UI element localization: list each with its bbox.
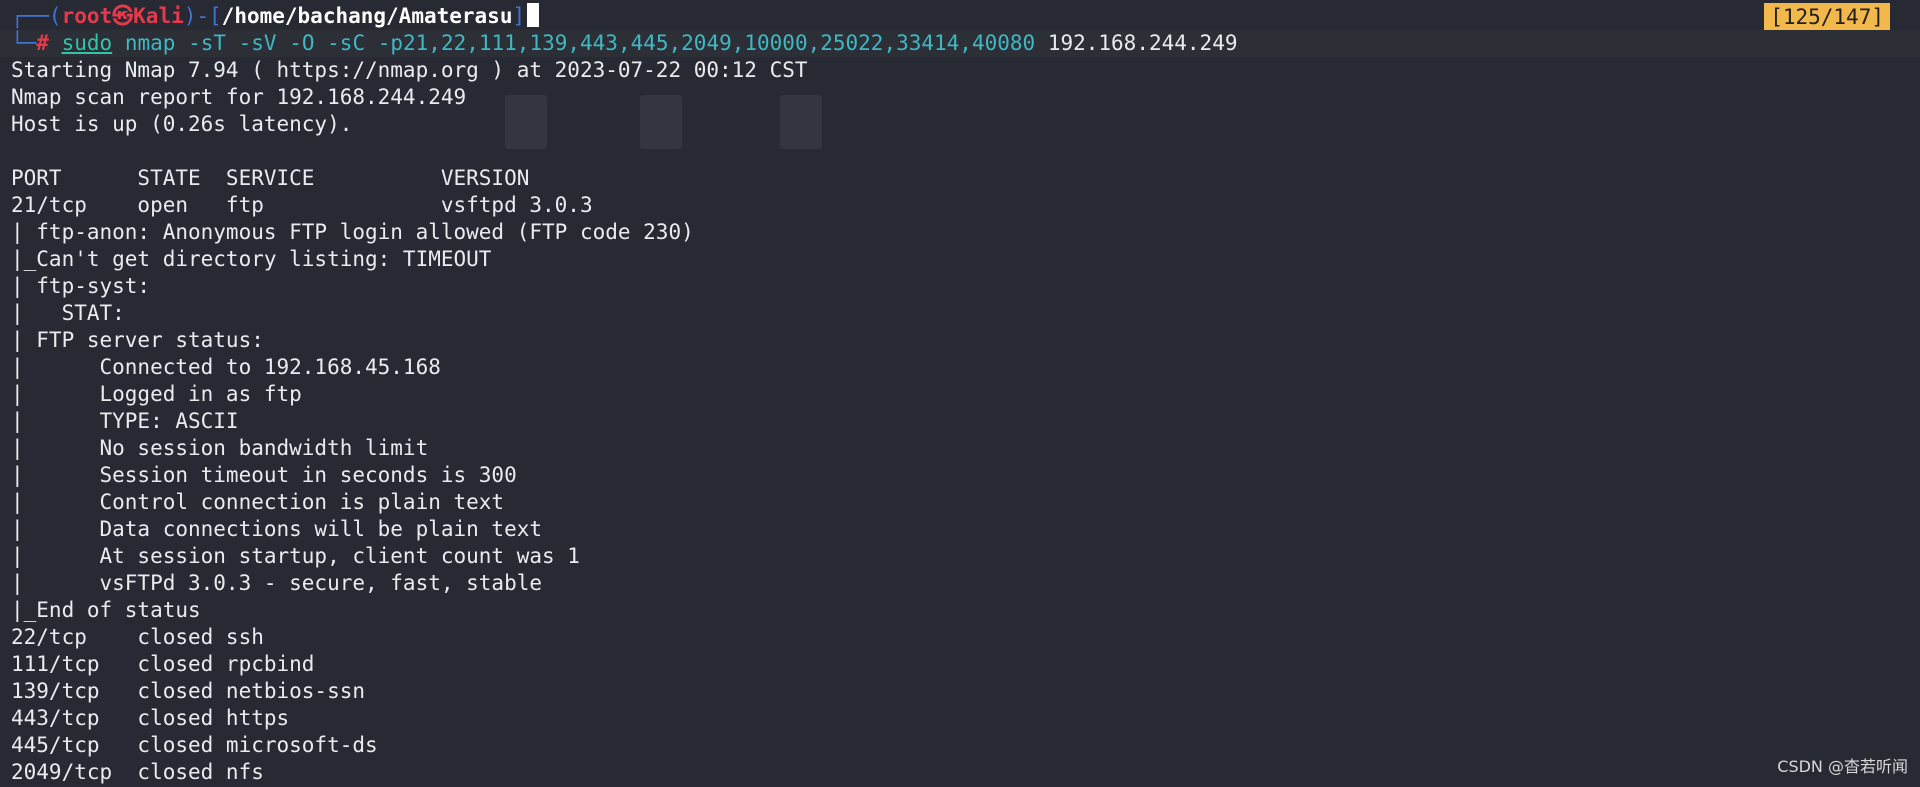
scan-output: Starting Nmap 7.94 ( https://nmap.org ) … [11,57,1920,786]
output-line: | vsFTPd 3.0.3 - secure, fast, stable [11,571,543,595]
output-line: | TYPE: ASCII [11,409,239,433]
prompt-host: Kali [133,4,184,28]
output-line: |_Can't get directory listing: TIMEOUT [11,247,492,271]
command-program: nmap [124,31,176,55]
command-line[interactable]: └─# sudo nmap -sT -sV -O -sC -p21,22,111… [0,30,1920,57]
output-line: | FTP server status: [11,328,264,352]
output-line: | At session startup, client count was 1 [11,544,580,568]
output-line: Starting Nmap 7.94 ( https://nmap.org ) … [11,58,808,82]
csdn-watermark: CSDN @杳若听闻 [1777,757,1908,776]
prompt-box-close: ] [512,4,526,28]
output-line: 445/tcp closed microsoft-ds [11,733,378,757]
cursor-block [527,3,540,27]
output-line: | Logged in as ftp [11,382,302,406]
output-line: | Session timeout in seconds is 300 [11,463,517,487]
terminal-output[interactable]: ┌──(root㉿Kali)-[/home/bachang/Amaterasu]… [0,3,1920,786]
prompt-user: root [61,4,113,28]
terminal-window[interactable]: [125/147] ┌──(root㉿Kali)-[/home/bachang/… [0,0,1920,787]
prompt-line: ┌──(root㉿Kali)-[/home/bachang/Amaterasu] [11,3,1920,30]
output-line: | No session bandwidth limit [11,436,429,460]
output-line: |_End of status [11,598,201,622]
output-line: Host is up (0.26s latency). [11,112,353,136]
skull-icon: ㉿ [112,4,134,28]
output-line: 139/tcp closed netbios-ssn [11,679,366,703]
output-line: 2049/tcp closed nfs [11,760,264,784]
command-args: -sT -sV -O -sC -p21,22,111,139,443,445,2… [188,31,1036,55]
output-line: | ftp-anon: Anonymous FTP login allowed … [11,220,694,244]
output-line: | STAT: [11,301,138,325]
output-line: | Data connections will be plain text [11,517,543,541]
output-line: | ftp-syst: [11,274,163,298]
output-line: 111/tcp closed rpcbind [11,652,315,676]
prompt-box-bottom: └─ [11,31,37,55]
output-line: PORT STATE SERVICE VERSION [11,166,530,190]
output-line: 443/tcp closed https [11,706,290,730]
command-target: 192.168.244.249 [1047,31,1238,55]
prompt-path: /home/bachang/Amaterasu [221,4,513,28]
command-sudo: sudo [61,31,113,55]
prompt-box-mid: )-[ [183,4,222,28]
output-line: | Connected to 192.168.45.168 [11,355,441,379]
output-line: 21/tcp open ftp vsftpd 3.0.3 [11,193,593,217]
output-line: | Control connection is plain text [11,490,505,514]
prompt-box-open: ┌──( [11,4,62,28]
output-line: Nmap scan report for 192.168.244.249 [11,85,467,109]
output-line: 22/tcp closed ssh [11,625,264,649]
prompt-hash: # [36,31,49,55]
